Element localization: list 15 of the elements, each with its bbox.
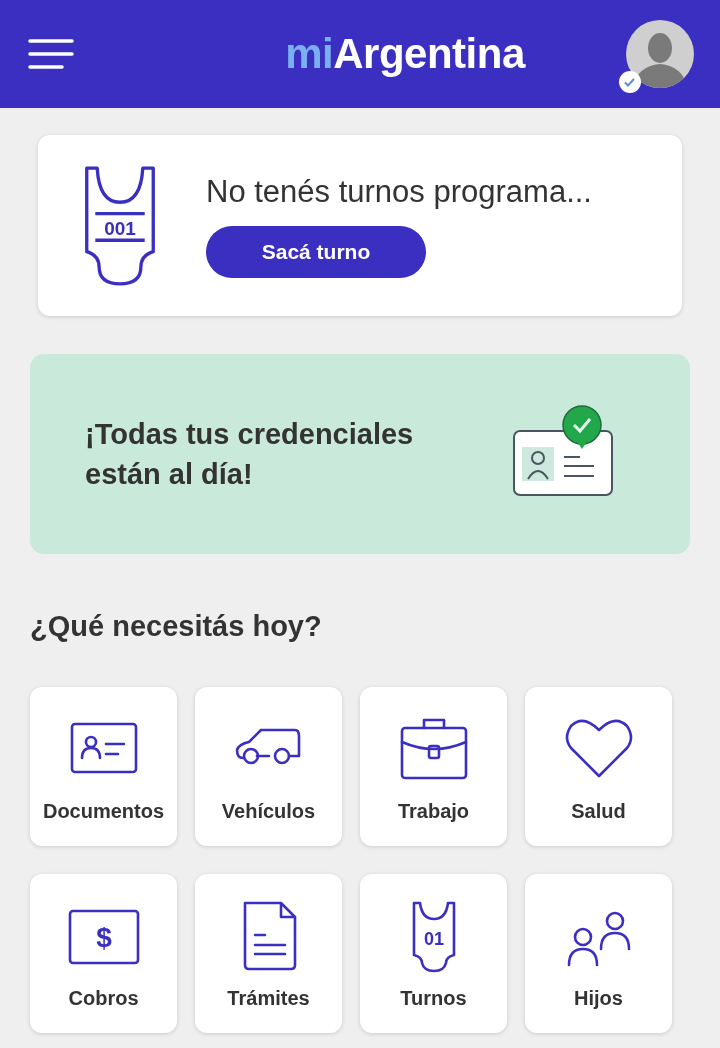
app-logo: miArgentina (285, 30, 525, 78)
category-tile[interactable]: Documentos (30, 687, 177, 846)
category-tile[interactable]: Trabajo (360, 687, 507, 846)
category-tile[interactable]: $ Cobros (30, 874, 177, 1033)
section-title: ¿Qué necesitás hoy? (30, 610, 323, 643)
no-appointments-text: No tenés turnos programa... (206, 173, 592, 210)
credentials-message: ¡Todas tus credenciales están al día! (85, 417, 415, 492)
category-tile[interactable]: 01 Turnos (360, 874, 507, 1033)
book-appointment-button[interactable]: Sacá turno (206, 225, 426, 278)
category-tile[interactable]: Trámites (195, 874, 342, 1033)
avatar[interactable] (626, 20, 694, 88)
category-tile[interactable]: Hijos (525, 874, 672, 1033)
menu-icon[interactable] (28, 38, 74, 70)
category-tile[interactable]: Vehículos (195, 687, 342, 846)
category-tile[interactable]: Salud (525, 687, 672, 846)
